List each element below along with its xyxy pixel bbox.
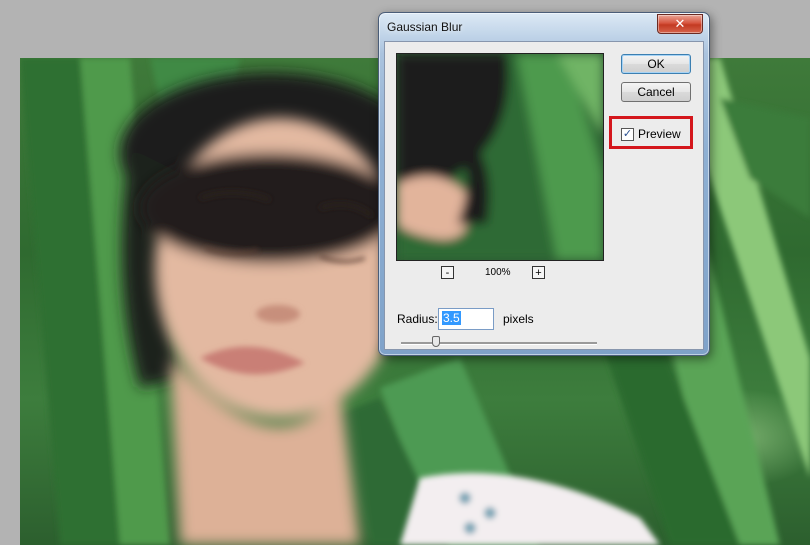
preview-checkbox[interactable]: ✓: [621, 128, 634, 141]
cancel-button[interactable]: Cancel: [621, 82, 691, 102]
dialog-title: Gaussian Blur: [387, 20, 463, 34]
zoom-in-button[interactable]: +: [532, 266, 545, 279]
radius-slider-track[interactable]: [401, 342, 597, 345]
filter-preview-window[interactable]: [396, 53, 604, 261]
radius-label: Radius:: [397, 312, 438, 326]
preview-checkbox-label[interactable]: Preview: [638, 127, 681, 141]
dialog-client-area: - 100% + OK Cancel ✓ Preview Radius: 3.5…: [384, 41, 704, 350]
dialog-titlebar[interactable]: Gaussian Blur ✕: [379, 13, 709, 41]
zoom-out-button[interactable]: -: [441, 266, 454, 279]
radius-unit-label: pixels: [503, 312, 534, 326]
close-button[interactable]: ✕: [657, 14, 703, 34]
close-icon: ✕: [674, 16, 686, 31]
checkmark-icon: ✓: [622, 128, 633, 140]
preview-image: [397, 54, 603, 260]
radius-input[interactable]: 3.5: [438, 308, 494, 330]
zoom-level: 100%: [485, 267, 511, 278]
gaussian-blur-dialog: Gaussian Blur ✕ - 100% + OK Cancel ✓ Pre…: [378, 12, 710, 356]
radius-input-value: 3.5: [442, 311, 461, 325]
ok-button[interactable]: OK: [621, 54, 691, 74]
radius-slider-thumb[interactable]: [432, 336, 441, 347]
